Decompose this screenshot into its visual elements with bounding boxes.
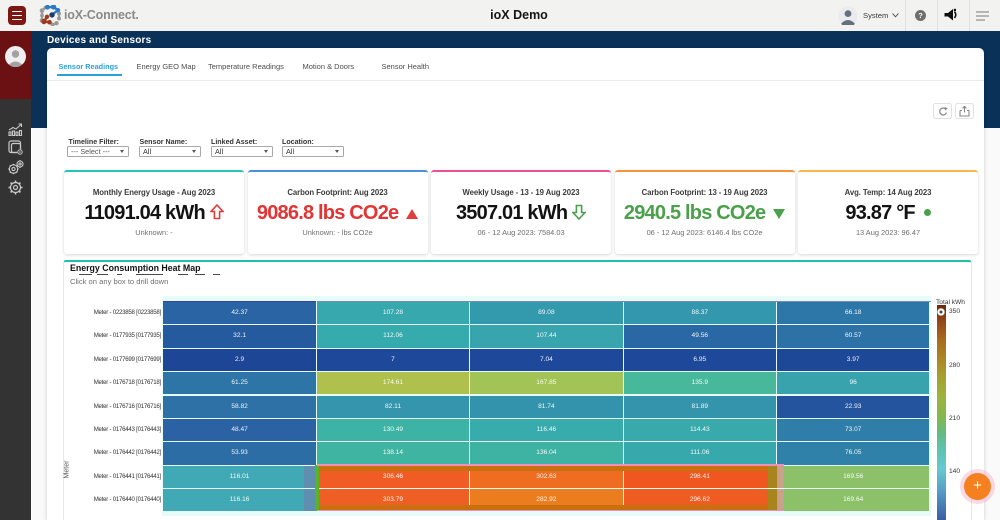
svg-text:?: ?	[918, 11, 923, 20]
